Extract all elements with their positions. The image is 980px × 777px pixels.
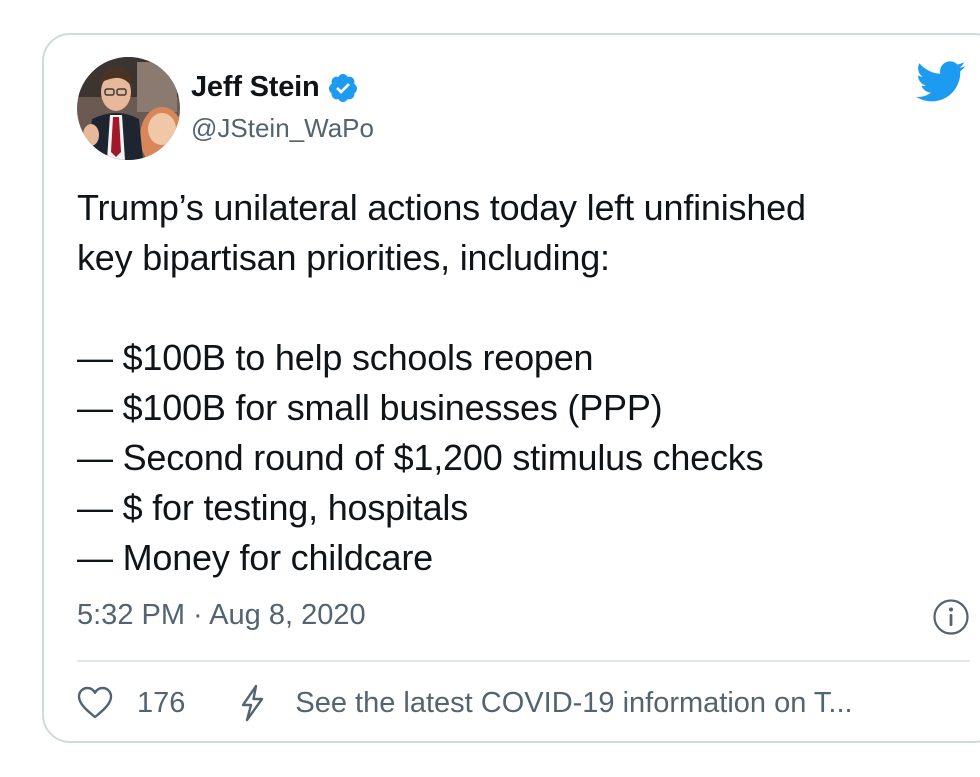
tweet-line: key bipartisan priorities, including: — [77, 237, 610, 278]
like-count[interactable]: 176 — [137, 687, 185, 720]
covid-info-link[interactable]: See the latest COVID-19 information on T… — [295, 687, 852, 720]
tweet-card: Jeff Stein @JStein_WaPo Trump’s unilater… — [42, 33, 980, 743]
tweet-line-blank — [77, 283, 947, 333]
twitter-bird-icon[interactable] — [916, 61, 966, 103]
info-icon[interactable] — [932, 598, 970, 636]
heart-icon[interactable] — [77, 686, 113, 720]
tweet-line: Trump’s unilateral actions today left un… — [77, 187, 806, 228]
tweet-timestamp[interactable]: 5:32 PM · Aug 8, 2020 — [77, 599, 366, 632]
avatar[interactable] — [77, 57, 180, 160]
divider — [77, 660, 970, 662]
verified-badge-icon — [327, 72, 359, 104]
tweet-line: — Second round of $1,200 stimulus checks — [77, 437, 764, 478]
tweet-text: Trump’s unilateral actions today left un… — [77, 183, 947, 583]
tweet-line: — $ for testing, hospitals — [77, 487, 468, 528]
author-display-name[interactable]: Jeff Stein — [191, 71, 320, 104]
tweet-actions: 176 See the latest COVID-19 information … — [77, 683, 853, 723]
tweet-line: — $100B to help schools reopen — [77, 337, 594, 378]
tweet-line: — Money for childcare — [77, 537, 433, 578]
author-handle[interactable]: @JStein_WaPo — [191, 113, 374, 144]
tweet-line: — $100B for small businesses (PPP) — [77, 387, 663, 428]
lightning-bolt-icon[interactable] — [237, 684, 267, 722]
author-name-row[interactable]: Jeff Stein — [191, 71, 359, 104]
avatar-photo — [77, 57, 180, 160]
